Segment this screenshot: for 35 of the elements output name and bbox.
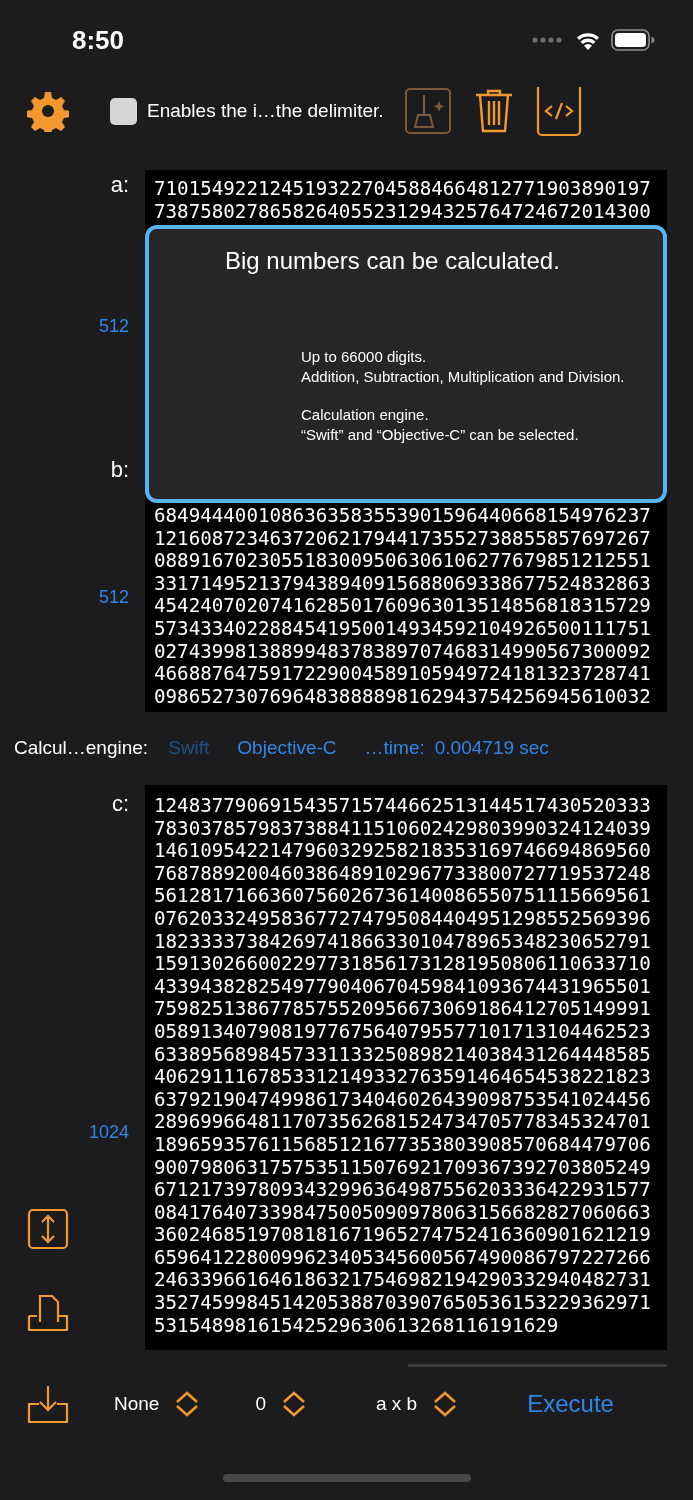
clock-time: 8:50 bbox=[72, 24, 125, 56]
option-label: Enables the i…the delimiter. bbox=[147, 100, 384, 122]
tooltip-text: Addition, Subtraction, Multiplication and Division. bbox=[301, 367, 626, 387]
digit-count: 512 bbox=[98, 587, 129, 608]
signal-icon bbox=[531, 36, 565, 44]
digit-count: 1024 bbox=[88, 1121, 129, 1143]
field-label: a: bbox=[110, 172, 129, 198]
time-label: …time: bbox=[364, 736, 425, 759]
execute-button[interactable]: Execute bbox=[527, 1390, 614, 1418]
picker-value[interactable]: 0 bbox=[255, 1393, 266, 1415]
download-icon[interactable] bbox=[27, 1384, 69, 1424]
resize-vertical-icon[interactable] bbox=[27, 1208, 69, 1250]
battery-icon bbox=[611, 29, 655, 51]
settings-icon[interactable] bbox=[27, 90, 69, 132]
stepper-arrows-icon[interactable] bbox=[433, 1391, 458, 1417]
checkbox[interactable] bbox=[110, 97, 137, 125]
tooltip-text: “Swift” and “Objective-C” can be selected. bbox=[301, 425, 580, 445]
picker-value[interactable]: a x b bbox=[376, 1393, 418, 1415]
trash-icon[interactable] bbox=[473, 89, 514, 133]
engine-option[interactable]: Objective-C bbox=[237, 736, 337, 759]
time-value: 0.004719 sec bbox=[434, 736, 549, 759]
tooltip-text: Up to 66000 digits. bbox=[301, 347, 428, 367]
field-label: b: bbox=[110, 457, 129, 483]
tooltip-text: Calculation engine. bbox=[301, 405, 430, 425]
picker-value[interactable]: None bbox=[114, 1393, 160, 1415]
digit-count: 512 bbox=[98, 316, 129, 337]
stepper-arrows-icon[interactable] bbox=[175, 1391, 200, 1417]
engine-label: Calcul…engine: bbox=[14, 736, 149, 759]
stepper-arrows-icon[interactable] bbox=[282, 1391, 306, 1417]
wifi-icon bbox=[575, 30, 601, 50]
tray-document-icon[interactable] bbox=[27, 1294, 69, 1332]
code-document-icon[interactable] bbox=[535, 85, 582, 137]
field-label: c: bbox=[111, 791, 129, 817]
number-field[interactable]: 1248377906915435715744662513144517430520333 7830378579837388411510602429803990324124039 1461095422147960329258218353169746694869560 7687889200460386489102967733800727719537248 5612817166360756026736140086550751115669561 0762033249583677274795084404951298552569396 1823333738426974186633010478965348230652791 1591302660022977318561731281950806110633710 4339438282549779040670459841093674431965501 7598251386778575520956673069186412705149991 0589134079081977675640795577101713104462523 6338956898457331133250898214038431264448585 4062911167853312149332763591464654538221823 6379219047499861734046026439098753541024456 2896996648117073562681524734705778345324701 1896593576115685121677353803908570684479706 9007980631757535115076921709367392703805249 6712173978093432996364987556203336422931577 0841764073398475005090978063156682827060663 3602468519708181671965274752416360901621219 6596412280099623405345600567490086797227266 2463396616461863217546982194290332940482731 3527459984514205388703907650536153229362971 53154898161542529630613268116191629 bbox=[145, 785, 667, 1350]
tooltip-title: Big numbers can be calculated. bbox=[225, 247, 561, 275]
